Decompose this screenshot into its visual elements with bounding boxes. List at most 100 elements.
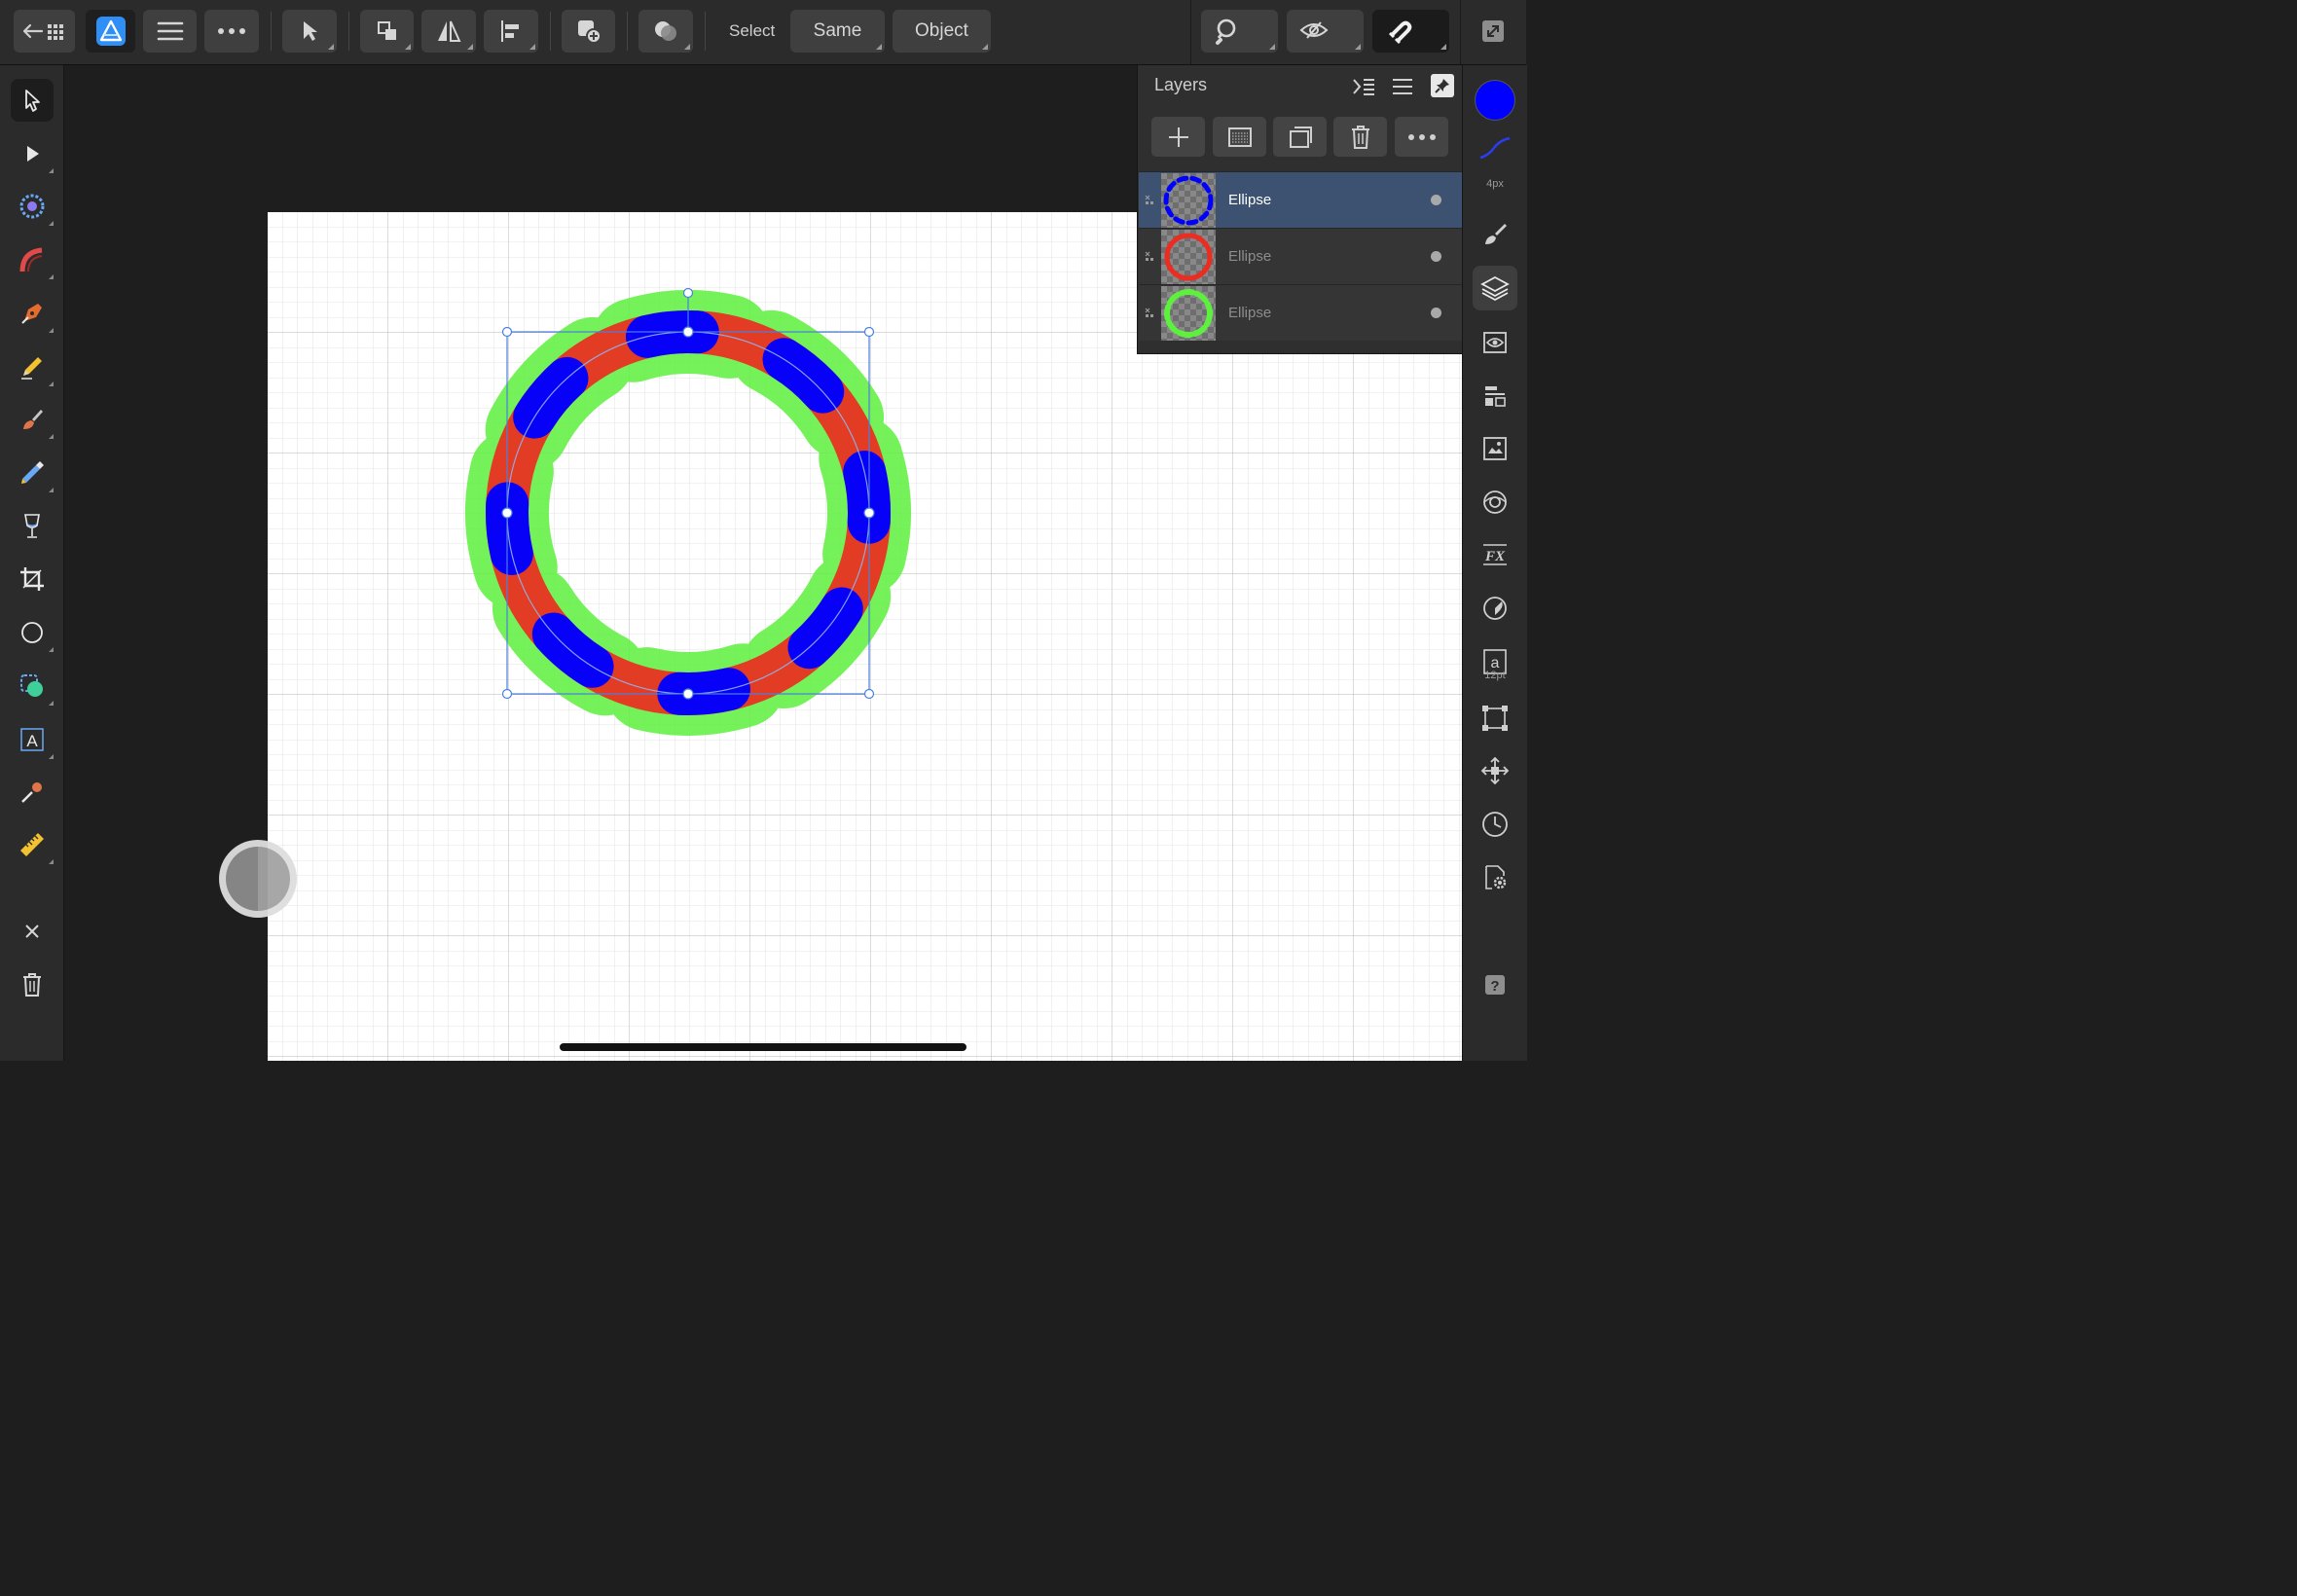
node-top[interactable] [682,326,694,338]
artistic-text-icon: A [20,728,44,751]
magnet-icon [1388,20,1411,45]
history-button[interactable] [1473,802,1517,847]
flip-button[interactable] [421,10,476,53]
handle-top-left[interactable] [501,326,513,338]
drag-handle-icon[interactable] [1144,250,1155,264]
styles-button[interactable] [1473,586,1517,631]
stroke-panel-button[interactable] [1473,374,1517,418]
fullscreen-button[interactable] [1480,18,1506,49]
node-left[interactable] [501,507,513,519]
node-tool[interactable] [11,132,54,175]
color-picker-tool[interactable] [11,771,54,814]
cursor-arrow-icon [304,21,317,41]
vector-brush-tool[interactable] [11,452,54,494]
align-left-icon [501,20,519,42]
brushes-button[interactable] [1473,211,1517,256]
node-tool-icon [27,146,39,162]
transform-icon [1482,706,1508,731]
layer-options-button[interactable] [1395,117,1448,157]
group-layers-button[interactable] [1273,117,1327,157]
pin-panel-button[interactable] [1431,74,1454,97]
help-button[interactable]: ? [1473,962,1517,1007]
top-toolbar: Select Same Object [0,0,1526,65]
rotation-handle[interactable] [682,287,694,299]
pencil-tool[interactable] [11,345,54,388]
paint-brush-icon [23,410,43,429]
delete-button[interactable] [11,963,54,1006]
measure-tool[interactable] [11,823,54,866]
visibility-toggle[interactable] [1431,195,1441,205]
visibility-toggle[interactable] [1431,308,1441,318]
eye-icon [1299,21,1328,39]
persona-button[interactable] [86,10,135,53]
collapse-panel-icon [1353,79,1374,95]
artistic-text-tool[interactable]: A [11,718,54,761]
shape-builder-tool[interactable] [11,665,54,707]
appearance-button[interactable] [1473,320,1517,365]
drag-handle-icon[interactable] [1144,307,1155,320]
select-same-button[interactable]: Same [790,10,885,53]
transform-button[interactable] [1473,696,1517,741]
svg-text:?: ? [1490,978,1499,995]
node-right[interactable] [863,507,875,519]
ellipse-tool[interactable] [11,611,54,654]
node-bottom[interactable] [682,688,694,700]
brush-selection-icon [19,247,43,272]
zoom-button[interactable] [1201,10,1278,53]
drag-handle-icon[interactable] [1144,194,1155,207]
align-button[interactable] [484,10,538,53]
ellipse-tool-icon [21,622,43,643]
arrange-icon [377,21,396,40]
pen-tool[interactable] [11,292,54,335]
layer-name: Ellipse [1228,192,1272,208]
brush-tool[interactable] [11,398,54,441]
add-mask-button[interactable] [1213,117,1266,157]
stroke-button[interactable] [1473,127,1517,171]
add-layer-button[interactable] [1151,117,1205,157]
flood-select-tool[interactable] [11,185,54,228]
move-tool[interactable] [11,79,54,122]
boolean-button[interactable] [638,10,693,53]
navigator-button[interactable] [1473,480,1517,525]
crop-tool[interactable] [11,558,54,600]
handle-top-right[interactable] [863,326,875,338]
close-button[interactable] [11,910,54,953]
back-grid-icon [22,23,63,40]
back-to-documents-button[interactable] [14,10,75,53]
color-swatch-button[interactable] [1473,78,1517,123]
visibility-toggle[interactable] [1431,251,1441,262]
view-mode-button[interactable] [1287,10,1364,53]
select-object-button[interactable]: Object [893,10,991,53]
layer-row-green-ellipse[interactable]: Ellipse [1139,284,1463,341]
arrange-button[interactable] [360,10,414,53]
delete-layer-button[interactable] [1333,117,1387,157]
layer-row-blue-ellipse[interactable]: Ellipse [1139,171,1463,228]
collapse-panel-button[interactable] [1351,76,1376,102]
more-dots-icon [218,28,245,34]
color-swatch-icon [1476,81,1514,120]
panel-menu-button[interactable] [1391,77,1414,101]
snapping-button[interactable] [1372,10,1449,53]
layer-row-red-ellipse[interactable]: Ellipse [1139,228,1463,284]
red-ring-thumb [1164,233,1213,281]
handle-bottom-left[interactable] [501,688,513,700]
separator [271,12,272,51]
separator [1460,0,1461,64]
text-styles-button[interactable] [1473,426,1517,471]
blue-dashed-ring-thumb [1163,175,1214,226]
layers-button[interactable] [1473,266,1517,310]
more-dots-icon [1407,133,1436,140]
add-object-button[interactable] [562,10,615,53]
fill-tool[interactable] [11,505,54,548]
more-button[interactable] [204,10,259,53]
help-icon: ? [1485,975,1505,995]
document-settings-button[interactable] [1473,855,1517,900]
modifier-button[interactable] [219,840,297,918]
selection-mode-button[interactable] [282,10,337,53]
navigator-icon [1483,490,1507,514]
snapping-panel-button[interactable] [1473,748,1517,793]
effects-button[interactable]: FX [1473,532,1517,577]
corner-tool[interactable] [11,238,54,281]
handle-bottom-right[interactable] [863,688,875,700]
menu-button[interactable] [143,10,197,53]
